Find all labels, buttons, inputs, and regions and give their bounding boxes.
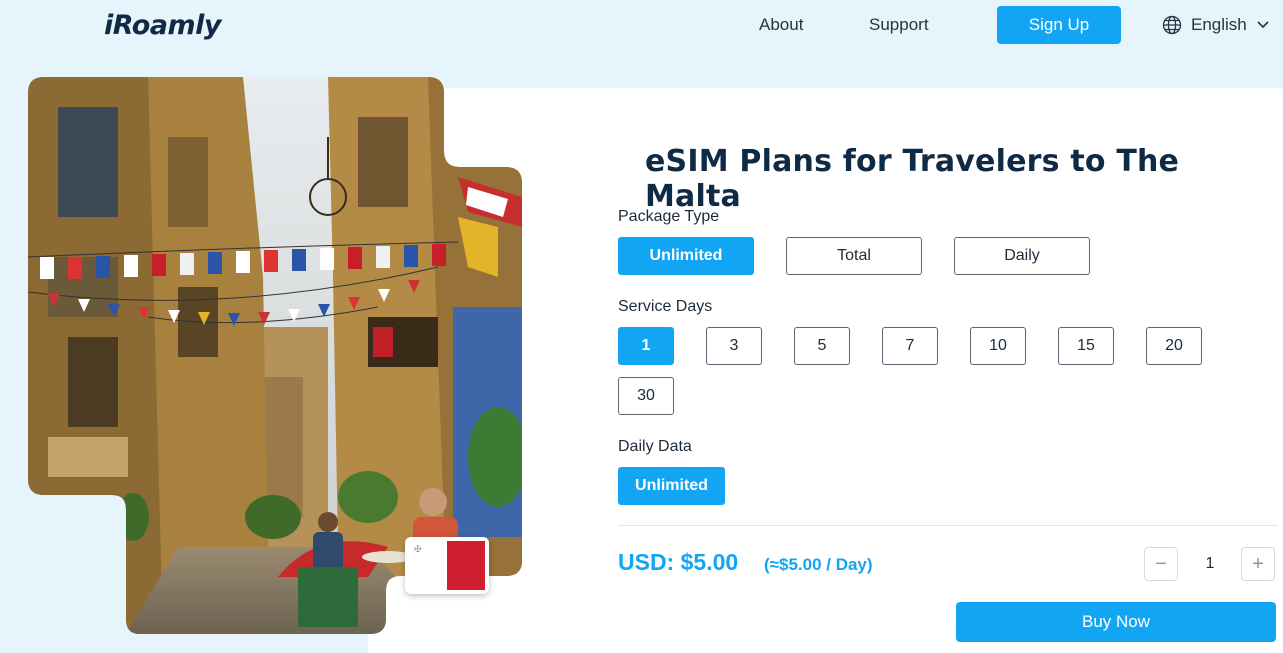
logo[interactable]: iRoamly	[104, 10, 221, 41]
daily-data-label: Daily Data	[618, 438, 692, 455]
chevron-down-icon	[1256, 20, 1270, 30]
language-selector[interactable]: English	[1162, 13, 1270, 37]
price-per-day: (≈$5.00 / Day)	[764, 555, 873, 574]
days-option-30[interactable]: 30	[618, 377, 674, 415]
quantity-decrease-button[interactable]: −	[1144, 547, 1178, 581]
package-option-total[interactable]: Total	[786, 237, 922, 275]
package-option-daily[interactable]: Daily	[954, 237, 1090, 275]
package-option-unlimited[interactable]: Unlimited	[618, 237, 754, 275]
quantity-increase-button[interactable]: +	[1241, 547, 1275, 581]
nav-support-link[interactable]: Support	[869, 15, 929, 35]
daily-data-option-unlimited[interactable]: Unlimited	[618, 467, 725, 505]
days-option-10[interactable]: 10	[970, 327, 1026, 365]
days-option-15[interactable]: 15	[1058, 327, 1114, 365]
days-option-20[interactable]: 20	[1146, 327, 1202, 365]
nav-about-link[interactable]: About	[759, 15, 803, 35]
language-label: English	[1191, 15, 1247, 34]
quantity-input[interactable]	[1180, 547, 1240, 581]
days-option-1[interactable]: 1	[618, 327, 674, 365]
george-cross-icon: ✠	[414, 544, 422, 554]
flag-red-half	[447, 541, 485, 590]
sign-up-button[interactable]: Sign Up	[997, 6, 1121, 44]
page-title: eSIM Plans for Travelers to The Malta	[645, 144, 1180, 214]
price-total: USD: $5.00	[618, 549, 739, 575]
days-option-3[interactable]: 3	[706, 327, 762, 365]
days-option-5[interactable]: 5	[794, 327, 850, 365]
package-type-label: Package Type	[618, 208, 720, 225]
service-days-label: Service Days	[618, 298, 713, 315]
divider	[618, 525, 1278, 526]
malta-flag-icon: ✠	[405, 537, 489, 594]
globe-icon	[1162, 15, 1182, 35]
days-option-7[interactable]: 7	[882, 327, 938, 365]
buy-now-button[interactable]: Buy Now	[956, 602, 1276, 642]
